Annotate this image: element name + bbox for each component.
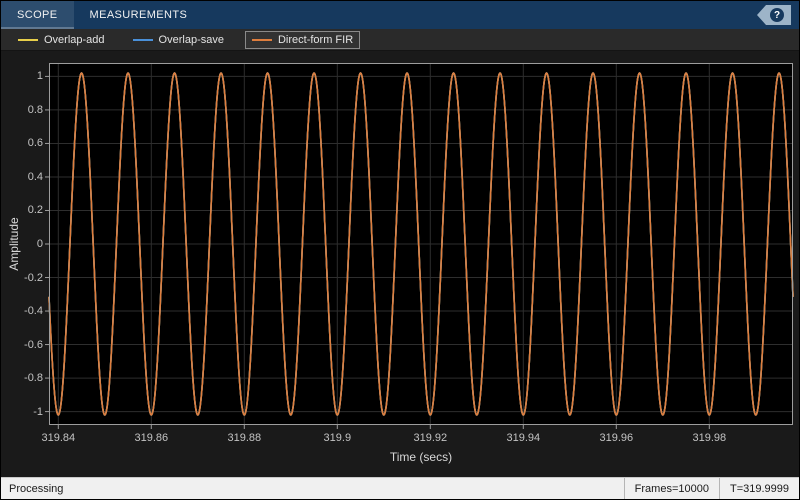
- y-tick-label: -1: [33, 405, 43, 418]
- legend-item-label: Direct-form FIR: [277, 33, 354, 46]
- tab-scope[interactable]: SCOPE: [1, 1, 74, 29]
- y-tick-label: 0.6: [27, 137, 43, 150]
- x-tick-label: 319.9: [323, 432, 352, 444]
- legend-item-label: Overlap-add: [44, 33, 105, 46]
- legend-item-overlap-add[interactable]: Overlap-add: [11, 31, 112, 49]
- legend-item-direct-form-fir[interactable]: Direct-form FIR: [244, 30, 361, 49]
- tab-measurements[interactable]: MEASUREMENTS: [74, 1, 204, 29]
- plot-panel: Amplitude 319.84 319.86 319.88 319.9 319.92 3…: [1, 51, 799, 477]
- y-tick-label: 0.2: [27, 204, 43, 217]
- x-tick-label: 319.94: [506, 432, 541, 444]
- x-tick-label: 319.86: [134, 432, 169, 444]
- x-axis-label: Time (secs): [389, 450, 453, 464]
- x-tick-label: 319.92: [413, 432, 448, 444]
- x-tick-label: 319.96: [599, 432, 634, 444]
- legend: Overlap-add Overlap-save Direct-form FIR: [1, 29, 799, 51]
- plot-canvas[interactable]: [43, 57, 799, 431]
- status-processing: Processing: [9, 482, 64, 495]
- y-tick-label: 0.8: [27, 103, 43, 116]
- x-tick-label: 319.84: [41, 432, 76, 444]
- status-frames: Frames=10000: [623, 478, 719, 499]
- help-icon: ?: [770, 8, 784, 22]
- legend-line-swatch: [251, 38, 272, 41]
- y-tick-label: -0.6: [24, 338, 43, 351]
- legend-item-overlap-save[interactable]: Overlap-save: [126, 31, 231, 49]
- x-tick-label: 319.88: [227, 432, 262, 444]
- y-tick-label: 0.4: [27, 170, 43, 183]
- legend-line-swatch: [132, 38, 153, 41]
- legend-line-swatch: [18, 38, 38, 41]
- y-tick-label: -0.8: [24, 372, 43, 385]
- help-button[interactable]: ?: [757, 5, 791, 25]
- legend-item-label: Overlap-save: [158, 33, 224, 46]
- scope-window: SCOPE MEASUREMENTS ? Overlap-add Overlap-…: [0, 0, 800, 500]
- y-tick-label: 0: [36, 238, 43, 250]
- status-time: T=319.9999: [718, 478, 799, 499]
- status-bar: Processing Frames=10000 T=319.9999: [1, 477, 799, 499]
- y-tick-label: -0.2: [24, 271, 43, 284]
- y-tick-label: -0.4: [24, 305, 43, 318]
- x-tick-label: 319.98: [692, 432, 727, 444]
- y-tick-label: 1: [36, 70, 43, 83]
- toolstrip: SCOPE MEASUREMENTS ?: [1, 1, 799, 29]
